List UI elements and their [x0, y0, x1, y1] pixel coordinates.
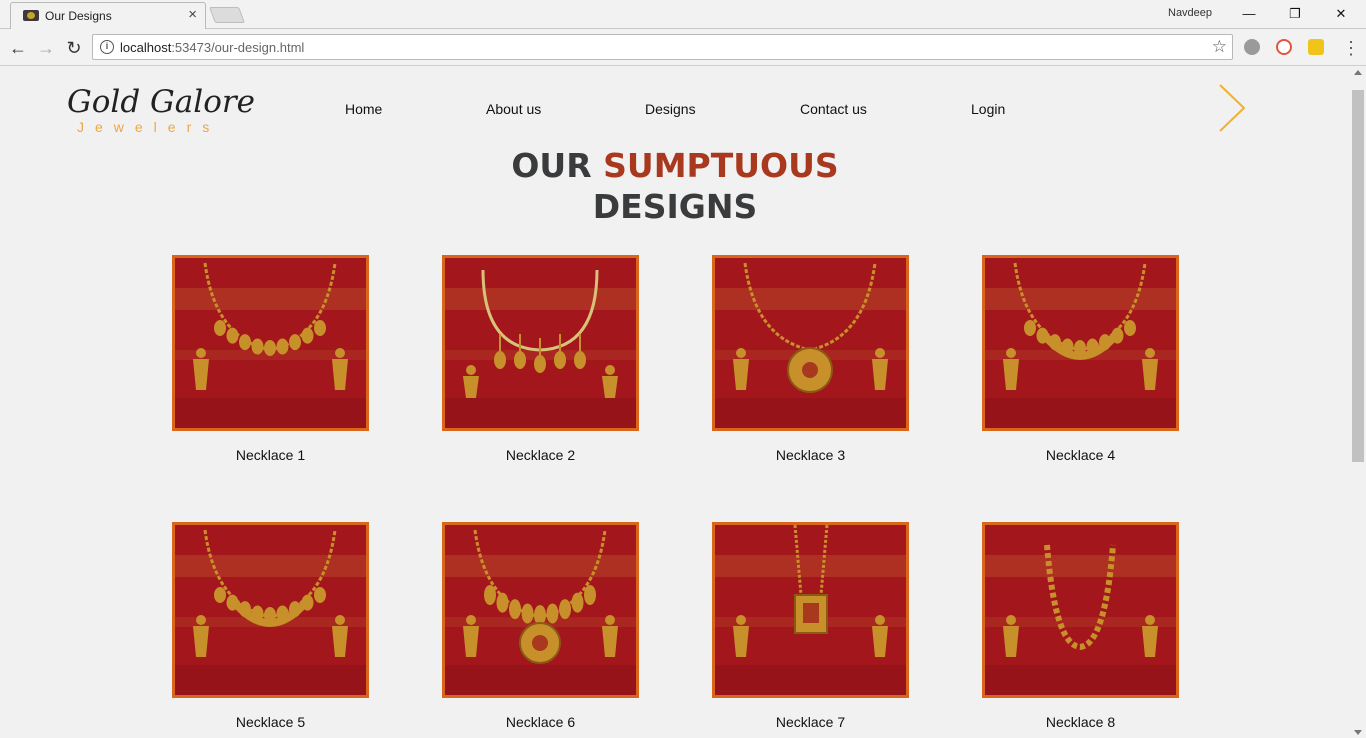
minimize-button[interactable]: — — [1234, 4, 1264, 24]
page-scrollbar[interactable] — [1350, 67, 1366, 738]
title-word-our: OUR — [511, 146, 592, 185]
url-text[interactable]: localhost:53473/our-design.html — [120, 40, 304, 55]
logo-subtitle: Jewelers — [77, 119, 221, 135]
nav-designs[interactable]: Designs — [645, 101, 696, 117]
browser-tab[interactable]: Our Designs × — [10, 2, 206, 29]
info-icon[interactable]: i — [100, 40, 114, 54]
url-host: localhost — [120, 40, 172, 55]
design-caption: Necklace 2 — [505, 447, 576, 463]
restore-button[interactable]: ❐ — [1280, 4, 1310, 24]
design-caption: Necklace 6 — [505, 714, 576, 730]
profile-name[interactable]: Navdeep — [1168, 7, 1212, 19]
nav-about-us[interactable]: About us — [486, 101, 541, 117]
nav-home[interactable]: Home — [345, 101, 382, 117]
design-card[interactable]: Necklace 3 — [712, 255, 909, 463]
browser-menu-icon[interactable]: ⋮ — [1342, 36, 1360, 60]
necklace-image[interactable] — [442, 255, 639, 431]
title-accent-word: SUMPTUOUS — [603, 146, 839, 185]
reload-button[interactable]: ↻ — [62, 36, 86, 60]
design-card[interactable]: Necklace 4 — [982, 255, 1179, 463]
nav-login[interactable]: Login — [971, 101, 1005, 117]
address-bar[interactable]: i localhost:53473/our-design.html ☆ — [92, 34, 1233, 60]
design-caption: Necklace 7 — [775, 714, 846, 730]
design-caption: Necklace 1 — [235, 447, 306, 463]
necklace-image[interactable] — [712, 522, 909, 698]
new-tab-button[interactable] — [209, 7, 245, 23]
close-tab-icon[interactable]: × — [188, 6, 197, 24]
design-caption: Necklace 5 — [235, 714, 306, 730]
necklace-image[interactable] — [712, 255, 909, 431]
scroll-up-arrow-icon[interactable] — [1354, 70, 1362, 75]
page-viewport: Gold Galore Jewelers Home About us Desig… — [0, 67, 1350, 738]
scroll-thumb[interactable] — [1352, 90, 1364, 462]
design-caption: Necklace 4 — [1045, 447, 1116, 463]
tab-title: Our Designs — [45, 9, 112, 23]
url-path: :53473/our-design.html — [171, 40, 305, 55]
design-card[interactable]: Necklace 7 — [712, 522, 909, 730]
bookmark-star-icon[interactable]: ☆ — [1212, 37, 1227, 57]
necklace-image[interactable] — [172, 522, 369, 698]
necklace-image[interactable] — [172, 255, 369, 431]
design-card[interactable]: Necklace 8 — [982, 522, 1179, 730]
browser-toolbar: ← → ↻ i localhost:53473/our-design.html … — [0, 30, 1366, 66]
necklace-image[interactable] — [442, 522, 639, 698]
chevron-right-icon[interactable] — [1212, 83, 1252, 133]
forward-button[interactable]: → — [34, 36, 58, 60]
design-caption: Necklace 3 — [775, 447, 846, 463]
nav-contact-us[interactable]: Contact us — [800, 101, 867, 117]
design-card[interactable]: Necklace 6 — [442, 522, 639, 730]
site-favicon-icon — [23, 10, 39, 21]
blocker-extension-icon[interactable] — [1276, 39, 1292, 55]
browser-titlebar: Our Designs × Navdeep — ❐ ✕ — [0, 0, 1366, 29]
title-word-designs: DESIGNS — [592, 187, 758, 226]
back-button[interactable]: ← — [6, 36, 30, 60]
necklace-image[interactable] — [982, 522, 1179, 698]
site-logo[interactable]: Gold Galore Jewelers — [67, 85, 255, 135]
close-window-button[interactable]: ✕ — [1326, 4, 1356, 24]
logo-title: Gold Galore — [67, 84, 256, 120]
necklace-image[interactable] — [982, 255, 1179, 431]
extension-icon[interactable] — [1244, 39, 1260, 55]
design-caption: Necklace 8 — [1045, 714, 1116, 730]
design-card[interactable]: Necklace 1 — [172, 255, 369, 463]
design-card[interactable]: Necklace 2 — [442, 255, 639, 463]
scroll-down-arrow-icon[interactable] — [1354, 730, 1362, 735]
design-card[interactable]: Necklace 5 — [172, 522, 369, 730]
notes-extension-icon[interactable] — [1308, 39, 1324, 55]
page-title: OUR SUMPTUOUS DESIGNS — [0, 145, 1350, 227]
